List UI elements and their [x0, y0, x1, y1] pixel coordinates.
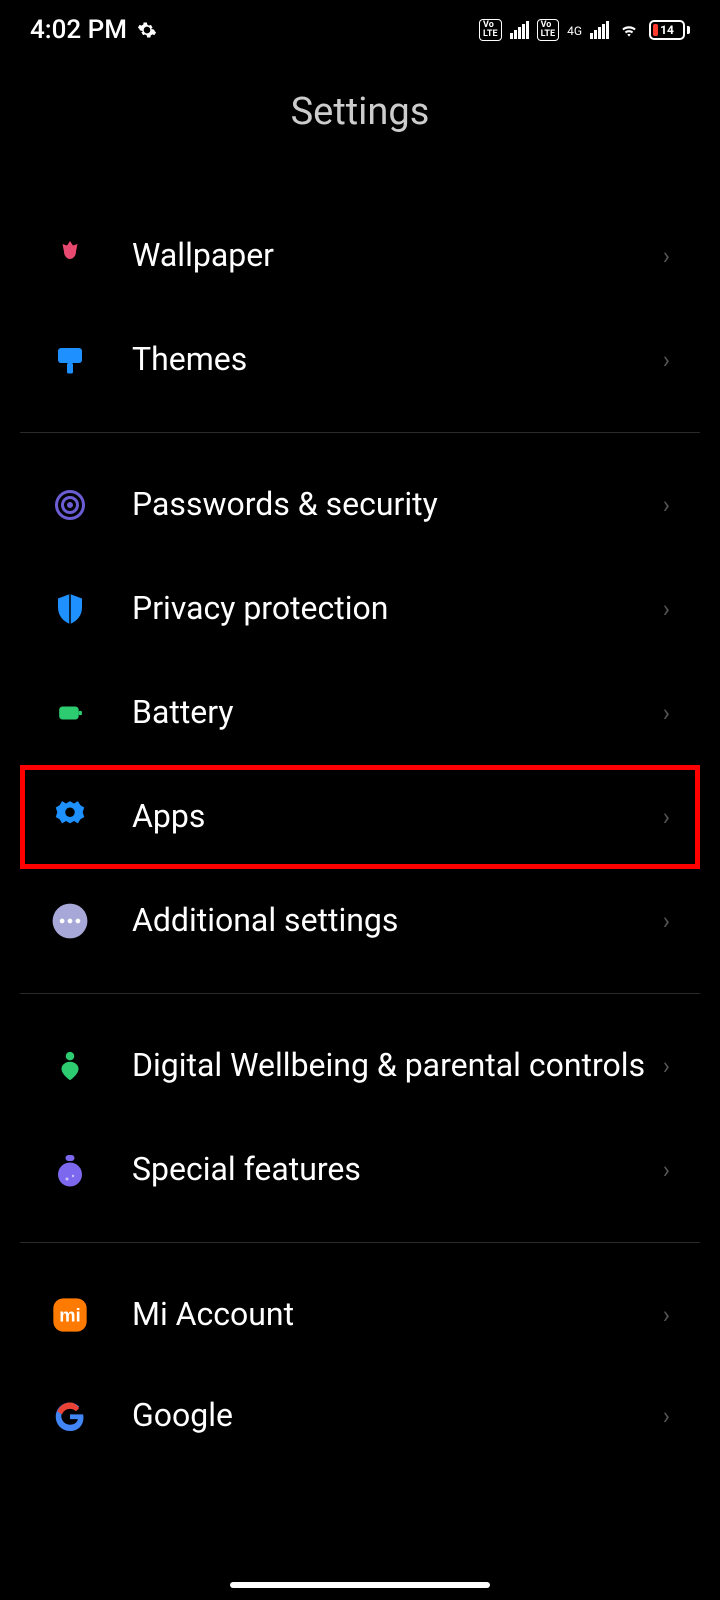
settings-group: mi Mi Account › Google ›	[20, 1243, 700, 1457]
settings-group: Wallpaper › Themes ›	[20, 184, 700, 433]
battery-icon	[50, 693, 90, 733]
gear-blob-icon	[50, 797, 90, 837]
flask-icon	[50, 1150, 90, 1190]
chevron-right-icon: ›	[663, 1402, 670, 1430]
settings-row-privacy[interactable]: Privacy protection ›	[20, 557, 700, 661]
row-label: Mi Account	[132, 1294, 663, 1336]
row-label: Google	[132, 1395, 663, 1437]
chevron-right-icon: ›	[663, 595, 670, 623]
status-bar: 4:02 PM VoLTE VoLTE 4G 14	[0, 0, 720, 60]
chevron-right-icon: ›	[663, 1301, 670, 1329]
page-title: Settings	[0, 60, 720, 184]
settings-row-wellbeing[interactable]: Digital Wellbeing & parental controls ›	[20, 1014, 700, 1118]
chevron-right-icon: ›	[663, 803, 670, 831]
settings-row-battery[interactable]: Battery ›	[20, 661, 700, 765]
settings-row-apps[interactable]: Apps ›	[20, 765, 700, 869]
chevron-right-icon: ›	[663, 346, 670, 374]
row-label: Themes	[132, 339, 663, 381]
settings-row-passwords[interactable]: Passwords & security ›	[20, 453, 700, 557]
chevron-right-icon: ›	[663, 907, 670, 935]
person-heart-icon	[50, 1046, 90, 1086]
signal-icon	[510, 21, 529, 39]
chevron-right-icon: ›	[663, 1156, 670, 1184]
gear-icon	[137, 20, 157, 40]
volte-icon: VoLTE	[479, 19, 502, 41]
mi-icon: mi	[50, 1295, 90, 1335]
row-label: Special features	[132, 1149, 663, 1191]
tulip-icon	[50, 236, 90, 276]
row-label: Digital Wellbeing & parental controls	[132, 1045, 663, 1087]
row-label: Apps	[132, 796, 663, 838]
chevron-right-icon: ›	[663, 242, 670, 270]
row-label: Passwords & security	[132, 484, 663, 526]
row-label: Wallpaper	[132, 235, 663, 277]
network-type: 4G	[567, 25, 582, 37]
chevron-right-icon: ›	[663, 1052, 670, 1080]
chevron-right-icon: ›	[663, 491, 670, 519]
shield-icon	[50, 589, 90, 629]
row-label: Battery	[132, 692, 663, 734]
volte-icon-2: VoLTE	[537, 19, 560, 41]
settings-row-google[interactable]: Google ›	[20, 1367, 700, 1437]
settings-row-themes[interactable]: Themes ›	[20, 308, 700, 412]
signal-icon-2	[590, 21, 609, 39]
svg-text:mi: mi	[59, 1305, 80, 1326]
dots-icon	[50, 901, 90, 941]
google-icon	[50, 1396, 90, 1436]
fingerprint-icon	[50, 485, 90, 525]
settings-group: Passwords & security › Privacy protectio…	[20, 433, 700, 994]
settings-group: Digital Wellbeing & parental controls › …	[20, 994, 700, 1243]
status-time: 4:02 PM	[30, 15, 127, 45]
settings-list: Wallpaper › Themes › Passwords & securit…	[0, 184, 720, 1457]
row-label: Privacy protection	[132, 588, 663, 630]
brush-icon	[50, 340, 90, 380]
row-label: Additional settings	[132, 900, 663, 942]
settings-row-wallpaper[interactable]: Wallpaper ›	[20, 204, 700, 308]
wifi-icon	[617, 20, 641, 40]
battery-indicator: 14	[649, 20, 690, 40]
settings-row-miaccount[interactable]: mi Mi Account ›	[20, 1263, 700, 1367]
home-indicator[interactable]	[230, 1582, 490, 1588]
settings-row-special[interactable]: Special features ›	[20, 1118, 700, 1222]
chevron-right-icon: ›	[663, 699, 670, 727]
settings-row-additional[interactable]: Additional settings ›	[20, 869, 700, 973]
